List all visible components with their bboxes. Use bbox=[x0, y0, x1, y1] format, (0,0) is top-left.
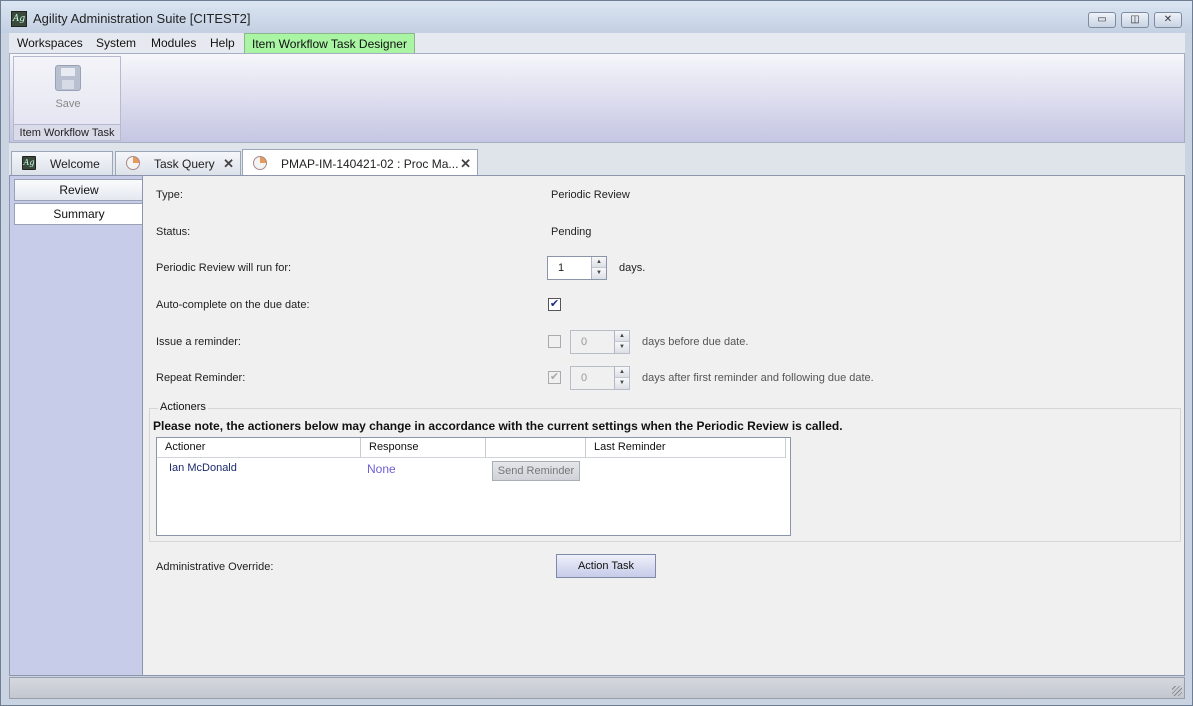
window-title: Agility Administration Suite [CITEST2] bbox=[33, 11, 251, 26]
reminder-suffix: days before due date. bbox=[642, 336, 749, 348]
ribbon-group-label: Item Workflow Task bbox=[14, 124, 120, 140]
reminder-days-value: 0 bbox=[581, 336, 588, 348]
title-bar[interactable]: Ag Agility Administration Suite [CITEST2… bbox=[1, 1, 1192, 33]
issue-reminder-checkbox[interactable] bbox=[548, 335, 561, 348]
agility-logo-icon: Ag bbox=[11, 11, 27, 27]
status-bar bbox=[9, 677, 1185, 699]
repeat-days-stepper[interactable]: 0 ▲ ▼ bbox=[570, 366, 630, 390]
column-header-last-reminder[interactable]: Last Reminder bbox=[586, 438, 786, 458]
tab-label: Task Query bbox=[154, 157, 215, 171]
maximize-button[interactable]: ◫ bbox=[1121, 12, 1149, 28]
tab-label: PMAP-IM-140421-02 : Proc Ma... bbox=[281, 157, 459, 171]
run-for-label: Periodic Review will run for: bbox=[156, 262, 292, 274]
run-for-days-value: 1 bbox=[558, 262, 565, 274]
repeat-suffix: days after first reminder and following … bbox=[642, 372, 874, 384]
document-tabs: Ag Welcome Task Query ✕ PMAP-IM-140421-0… bbox=[9, 143, 1185, 176]
sidebar: Review Summary bbox=[10, 176, 144, 675]
status-value: Pending bbox=[551, 226, 592, 238]
stepper-down-icon[interactable]: ▼ bbox=[614, 342, 629, 353]
admin-override-label: Administrative Override: bbox=[156, 561, 274, 573]
save-button-label: Save bbox=[55, 98, 81, 110]
actioners-legend: Actioners bbox=[158, 401, 208, 413]
column-header-actioner[interactable]: Actioner bbox=[157, 438, 361, 458]
repeat-reminder-label: Repeat Reminder: bbox=[156, 372, 246, 384]
auto-complete-checkbox[interactable]: ✔ bbox=[548, 298, 561, 311]
run-for-suffix: days. bbox=[619, 262, 646, 274]
sidebar-item-review[interactable]: Review bbox=[14, 179, 144, 201]
menu-system[interactable]: System bbox=[96, 36, 136, 50]
auto-complete-label: Auto-complete on the due date: bbox=[156, 299, 310, 311]
save-button[interactable]: Save bbox=[46, 65, 90, 113]
sidebar-item-summary[interactable]: Summary bbox=[14, 203, 144, 225]
menu-workspaces[interactable]: Workspaces bbox=[17, 36, 83, 50]
run-for-days-stepper[interactable]: 1 ▲ ▼ bbox=[547, 256, 607, 280]
summary-panel: Type: Periodic Review Status: Pending Pe… bbox=[142, 176, 1184, 675]
reminder-days-stepper[interactable]: 0 ▲ ▼ bbox=[570, 330, 630, 354]
resize-grip-icon[interactable] bbox=[1172, 686, 1182, 696]
agility-logo-icon: Ag bbox=[22, 156, 36, 170]
action-task-button[interactable]: Action Task bbox=[556, 554, 656, 578]
menu-modules[interactable]: Modules bbox=[151, 36, 196, 50]
stepper-down-icon[interactable]: ▼ bbox=[591, 268, 606, 279]
type-value: Periodic Review bbox=[551, 189, 630, 201]
status-label: Status: bbox=[156, 226, 191, 238]
menu-item-workflow-task-designer[interactable]: Item Workflow Task Designer bbox=[244, 33, 415, 54]
close-window-button[interactable]: ✕ bbox=[1154, 12, 1182, 28]
floppy-disk-icon bbox=[55, 65, 81, 91]
column-header-response[interactable]: Response bbox=[361, 438, 486, 458]
menu-bar: Workspaces System Modules Help Item Work… bbox=[9, 33, 1185, 54]
send-reminder-button[interactable]: Send Reminder bbox=[492, 461, 580, 481]
ribbon: Save Item Workflow Task bbox=[9, 53, 1185, 143]
actioners-table: Actioner Response Last Reminder Ian McDo… bbox=[156, 437, 791, 536]
column-header-action[interactable] bbox=[486, 438, 586, 458]
actioner-name: Ian McDonald bbox=[169, 462, 237, 474]
issue-reminder-label: Issue a reminder: bbox=[156, 336, 241, 348]
actioners-note: Please note, the actioners below may cha… bbox=[153, 419, 843, 433]
actioner-response: None bbox=[367, 462, 396, 476]
close-icon[interactable]: ✕ bbox=[223, 156, 234, 172]
tab-label: Welcome bbox=[50, 157, 100, 171]
repeat-reminder-checkbox[interactable]: ✔ bbox=[548, 371, 561, 384]
app-window: Ag Agility Administration Suite [CITEST2… bbox=[0, 0, 1193, 706]
tab-task-detail[interactable]: PMAP-IM-140421-02 : Proc Ma... ✕ bbox=[242, 149, 478, 176]
minimize-button[interactable]: ▭ bbox=[1088, 12, 1116, 28]
actioners-group: Actioners Please note, the actioners bel… bbox=[149, 401, 1181, 542]
stepper-down-icon[interactable]: ▼ bbox=[614, 378, 629, 389]
tab-task-query[interactable]: Task Query ✕ bbox=[115, 151, 241, 175]
type-label: Type: bbox=[156, 189, 183, 201]
stepper-up-icon[interactable]: ▲ bbox=[591, 257, 606, 268]
content-area: Review Summary Type: Periodic Review Sta… bbox=[9, 175, 1185, 676]
close-icon[interactable]: ✕ bbox=[460, 156, 471, 172]
tab-welcome[interactable]: Ag Welcome bbox=[11, 151, 113, 175]
task-pie-icon bbox=[253, 156, 267, 170]
menu-help[interactable]: Help bbox=[210, 36, 235, 50]
repeat-days-value: 0 bbox=[581, 372, 588, 384]
stepper-up-icon[interactable]: ▲ bbox=[614, 367, 629, 378]
task-pie-icon bbox=[126, 156, 140, 170]
stepper-up-icon[interactable]: ▲ bbox=[614, 331, 629, 342]
ribbon-group-item-workflow-task: Save Item Workflow Task bbox=[13, 56, 121, 141]
